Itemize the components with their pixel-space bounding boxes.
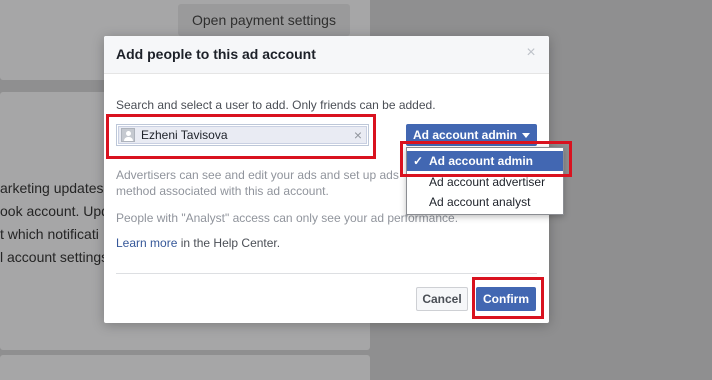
background-text-line: t which notificati [0, 226, 99, 242]
dialog-title: Add people to this ad account [116, 46, 316, 62]
menu-item-label: Ad account admin [429, 154, 534, 168]
learn-more-link[interactable]: Learn more [116, 236, 177, 250]
footer-divider [116, 273, 537, 274]
dialog-header: Add people to this ad account × [104, 36, 549, 74]
role-dropdown-button[interactable]: Ad account admin [406, 124, 537, 146]
cancel-button[interactable]: Cancel [416, 287, 468, 311]
help-suffix: in the Help Center. [177, 236, 281, 250]
confirm-button[interactable]: Confirm [476, 287, 536, 311]
background-card-bottom [0, 355, 370, 380]
close-icon[interactable]: × [523, 45, 539, 61]
avatar-icon [121, 128, 135, 142]
background-text-line: ook account. Upd [0, 203, 109, 219]
role-dropdown-label: Ad account admin [413, 128, 518, 142]
checkmark-icon: ✓ [413, 154, 424, 168]
menu-item-ad-account-analyst[interactable]: Ad account analyst [407, 192, 563, 212]
menu-item-ad-account-advertiser[interactable]: Ad account advertiser [407, 172, 563, 192]
menu-item-ad-account-admin[interactable]: ✓ Ad account admin [407, 151, 563, 171]
menu-item-label: Ad account analyst [429, 195, 531, 209]
instruction-text: Search and select a user to add. Only fr… [116, 98, 436, 112]
remove-token-icon[interactable]: × [354, 127, 362, 143]
background-text-line: arketing updates [0, 180, 104, 196]
advertiser-description: Advertisers can see and edit your ads an… [116, 168, 399, 198]
help-text: Learn more in the Help Center. [116, 236, 280, 250]
selected-user-name: Ezheni Tavisova [141, 128, 228, 142]
background-text-line: l account settings [0, 249, 109, 265]
selected-user-token: Ezheni Tavisova × [118, 126, 367, 144]
role-dropdown-menu: ✓ Ad account admin Ad account advertiser… [406, 147, 564, 215]
open-payment-settings-button[interactable]: Open payment settings [178, 4, 350, 36]
user-search-input[interactable]: Ezheni Tavisova × [116, 124, 369, 146]
menu-item-label: Ad account advertiser [429, 175, 546, 189]
caret-down-icon [522, 133, 530, 138]
